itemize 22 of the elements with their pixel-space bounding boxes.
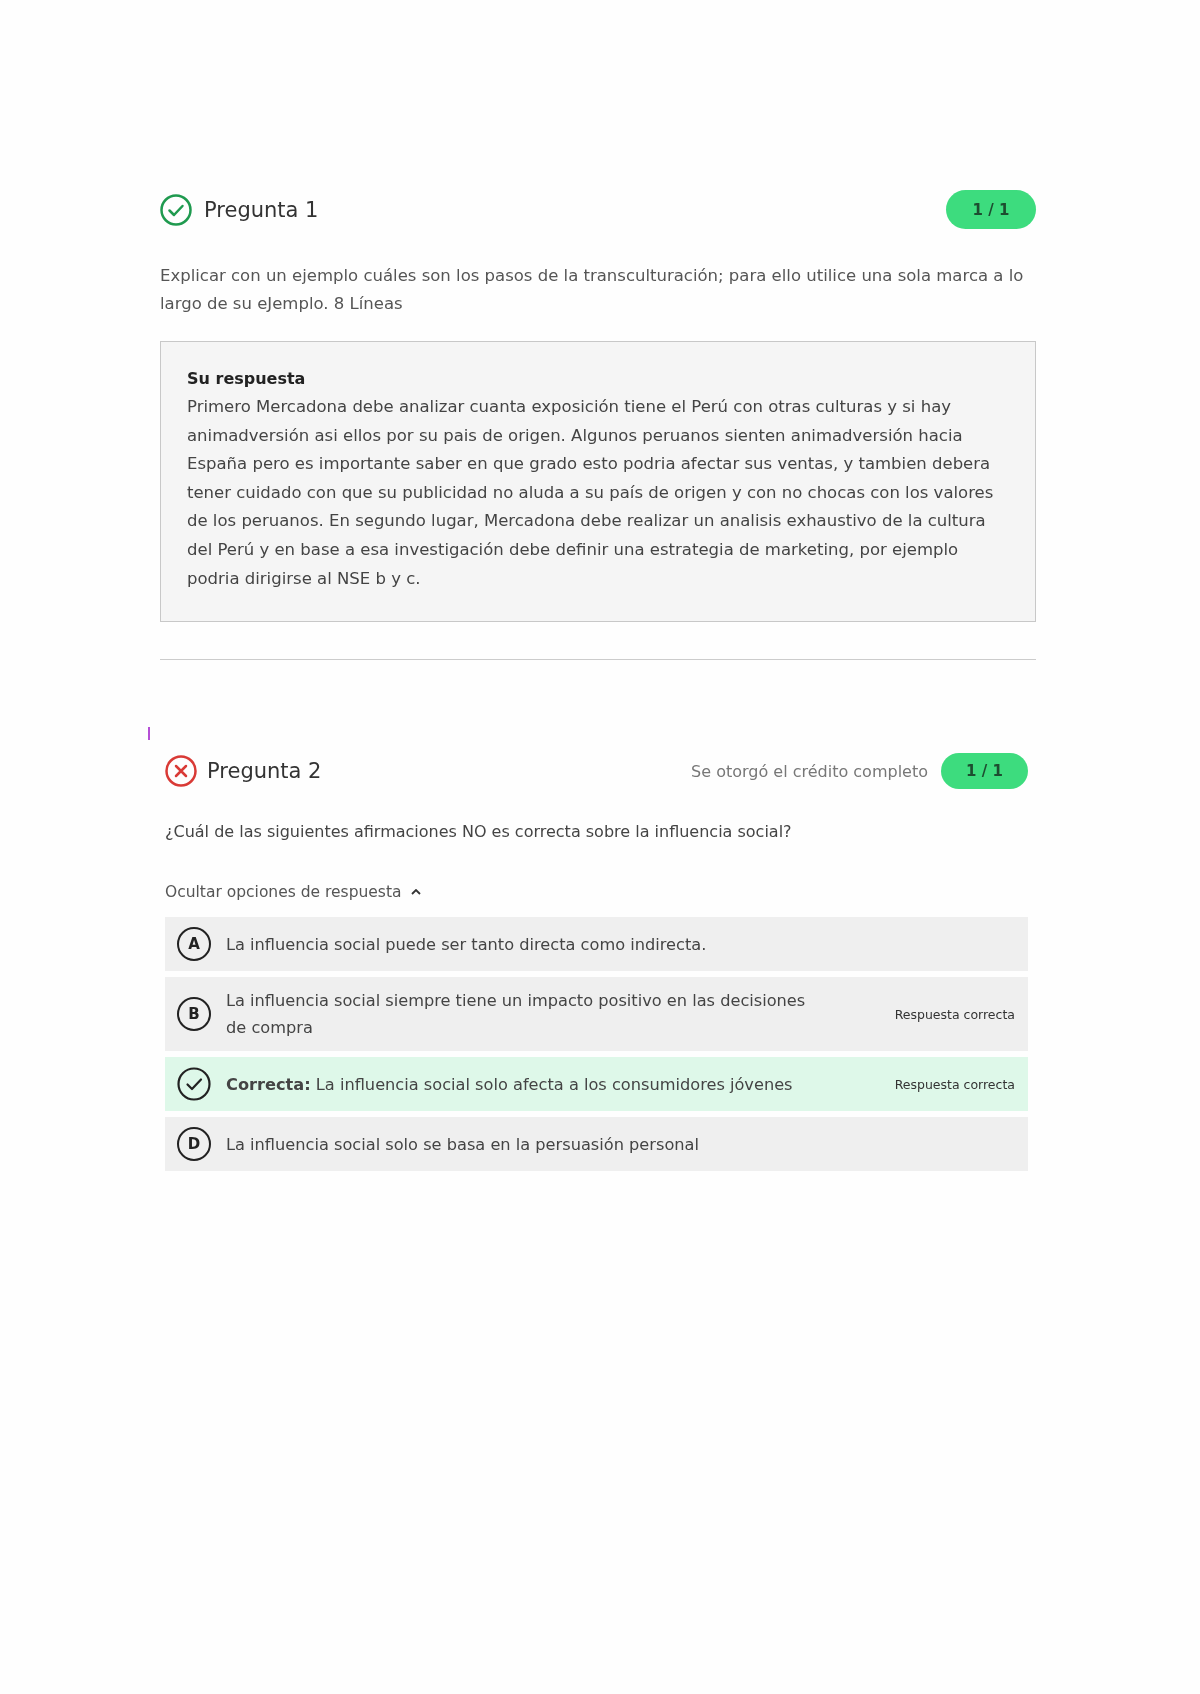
- question-title: Pregunta 1: [204, 197, 319, 222]
- question-text: Explicar con un ejemplo cuáles son los pasos de la transculturación; para ello utilice una sola marca a lo largo de su eJemplo. 8 Líneas: [160, 265, 1025, 315]
- option-letter: B: [177, 997, 211, 1032]
- option-text: La influencia social puede ser tanto directa como indirecta.: [226, 933, 708, 956]
- option-text: La influencia social siempre tiene un impacto positivo en las decisiones de compra: [226, 990, 807, 1040]
- score-badge: 1 / 1: [941, 753, 1028, 790]
- cursor-icon: [148, 727, 150, 741]
- caret-up-icon: [410, 889, 421, 896]
- correct-answer-label: Respuesta correcta: [894, 1076, 1015, 1092]
- options-toggle[interactable]: Ocultar opciones de respuesta: [165, 880, 421, 905]
- option-letter: A: [177, 927, 211, 962]
- score-badge: 1 / 1: [946, 190, 1036, 229]
- option-text: La influencia social solo se basa en la persuasión personal: [226, 1133, 700, 1156]
- question-text: ¿Cuál de las siguientes afirmaciones NO es correcta sobre la influencia social?: [165, 821, 793, 844]
- answer-heading: Su respuesta: [187, 368, 307, 390]
- credit-note: Se otorgó el crédito completo: [691, 761, 928, 781]
- check-circle-icon: [177, 1067, 211, 1102]
- option-letter: D: [177, 1127, 211, 1162]
- answer-text: Primero Mercadona debe analizar cuanta exposición tiene el Perú con otras culturas y si hay animadversión asi ellos por su pais de origen. Algunos peruanos sienten animadversión hacia España pero es importante saber en que grado esto podria afectar sus ventas, y tambien debera tener cuidado con que su publicidad no aluda a su país de origen y con no chocas con los valores de los peruanos. En segundo lugar, Mercadona debe realizar un analisis exhaustivo de la cultura del Perú y en base a esa investigación debe definir una estrategia de marketing, por ejemplo podria dirigirse al NSE b y c.: [187, 396, 995, 590]
- question-title: Pregunta 2: [207, 759, 322, 784]
- option-text: Correcta: La influencia social solo afecta a los consumidores jóvenes: [226, 1073, 794, 1096]
- correct-answer-label: Respuesta correcta: [894, 1006, 1015, 1022]
